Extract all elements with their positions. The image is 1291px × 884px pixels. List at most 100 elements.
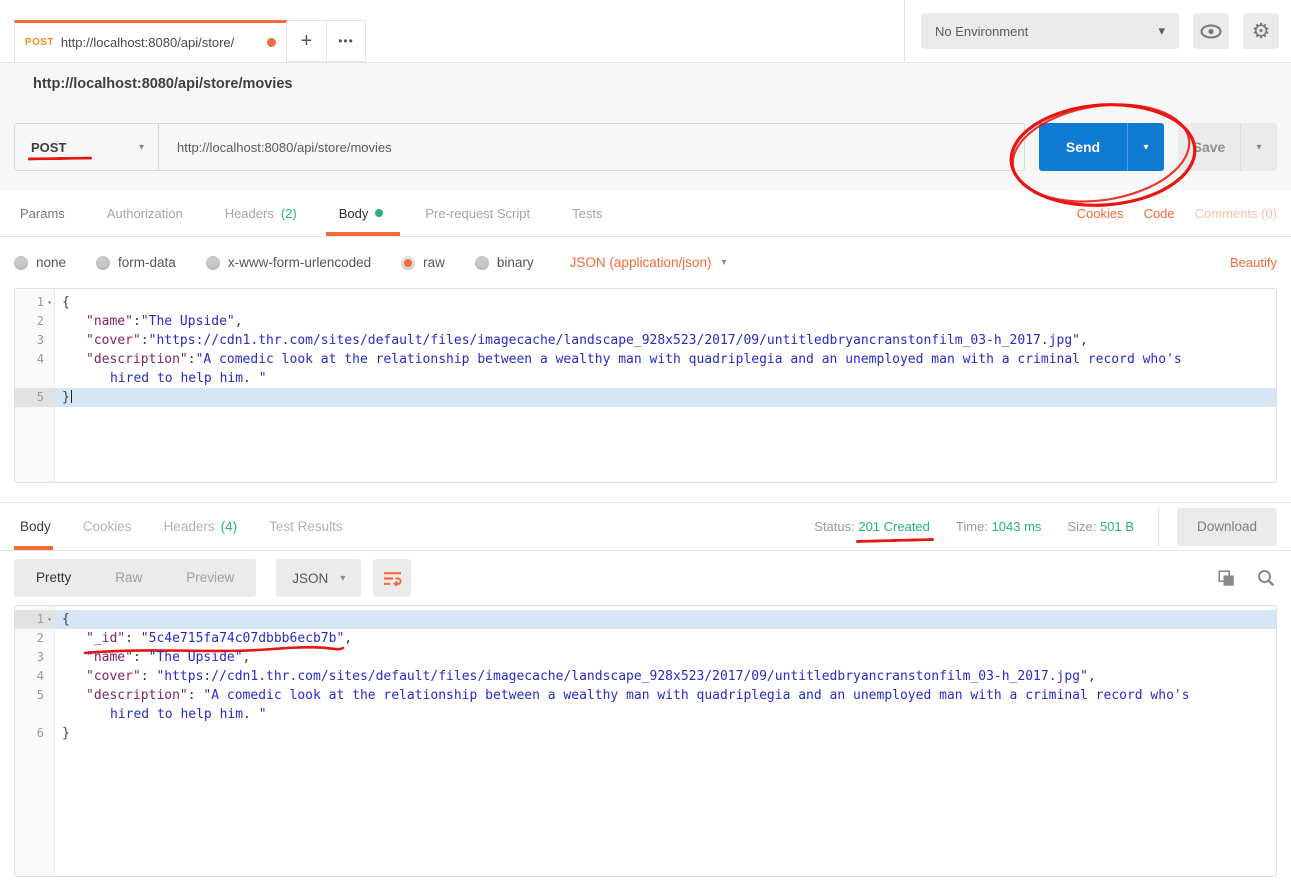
code-line: 2"_id": "5c4e715fa74c07dbbb6ecb7b", (15, 629, 1276, 648)
code-line: 4"cover": "https://cdn1.thr.com/sites/de… (15, 667, 1276, 686)
fold-caret-icon[interactable]: ▾ (44, 610, 55, 629)
environment-quicklook-button[interactable] (1193, 13, 1229, 49)
response-tab-test-results[interactable]: Test Results (253, 503, 359, 550)
gear-icon: ⚙ (1252, 21, 1271, 42)
radio-icon (96, 256, 110, 270)
response-meta-row: Body Cookies Headers(4) Test Results Sta… (0, 503, 1291, 551)
tab-authorization[interactable]: Authorization (86, 190, 204, 236)
view-pretty[interactable]: Pretty (14, 559, 93, 597)
headers-count-badge: (2) (281, 206, 297, 221)
code-line: 3"name": "The Upside", (15, 648, 1276, 667)
time-badge: Time: 1043 ms (956, 519, 1042, 534)
view-raw[interactable]: Raw (93, 559, 164, 597)
search-icon (1257, 569, 1275, 587)
tab-actions: + ••• (287, 20, 366, 62)
radio-binary[interactable]: binary (475, 255, 534, 270)
new-tab-button[interactable]: + (287, 21, 326, 61)
method-select[interactable]: POST ▾ (14, 123, 159, 171)
beautify-link[interactable]: Beautify (1230, 255, 1277, 270)
radio-raw[interactable]: raw (401, 255, 445, 270)
comments-link[interactable]: Comments (0) (1195, 206, 1277, 221)
divider (1158, 508, 1159, 546)
request-tabs: Params Authorization Headers(2) Body Pre… (0, 190, 1291, 237)
content-type-select[interactable]: JSON (application/json) ▾ (570, 255, 727, 270)
body-set-dot-icon (375, 209, 383, 217)
chevron-down-icon: ▾ (340, 573, 345, 584)
chevron-down-icon: ▾ (1256, 142, 1261, 153)
response-toolbar-icons (1218, 569, 1275, 587)
environment-label: No Environment (935, 24, 1028, 39)
time-value: 1043 ms (992, 519, 1042, 534)
chevron-down-icon: ▾ (139, 142, 144, 153)
radio-none[interactable]: none (14, 255, 66, 270)
radio-icon (206, 256, 220, 270)
send-options-button[interactable]: ▾ (1127, 123, 1164, 171)
response-view-switch: Pretty Raw Preview (14, 559, 256, 597)
request-title-row: http://localhost:8080/api/store/movies (0, 62, 1291, 104)
unsaved-dot-icon (267, 38, 276, 47)
tab-headers[interactable]: Headers(2) (204, 190, 318, 236)
size-badge: Size: 501 B (1067, 519, 1134, 534)
wrap-text-icon (383, 571, 402, 586)
code-link[interactable]: Code (1144, 206, 1175, 221)
red-underline-annotation (28, 157, 92, 161)
radio-form-data[interactable]: form-data (96, 255, 176, 270)
cookies-link[interactable]: Cookies (1077, 206, 1124, 221)
response-tab-body[interactable]: Body (14, 503, 67, 550)
code-line: 4"description":"A comedic look at the re… (15, 350, 1276, 369)
request-title: http://localhost:8080/api/store/movies (33, 76, 292, 92)
size-value: 501 B (1100, 519, 1134, 534)
tab-method-label: POST (25, 37, 54, 48)
save-button[interactable]: Save (1178, 123, 1240, 171)
tab-pre-request-script[interactable]: Pre-request Script (404, 190, 551, 236)
save-options-button[interactable]: ▾ (1240, 123, 1277, 171)
settings-button[interactable]: ⚙ (1243, 13, 1279, 49)
chevron-down-icon: ▾ (721, 257, 726, 268)
radio-selected-icon (401, 256, 415, 270)
download-button[interactable]: Download (1177, 508, 1277, 546)
request-tab[interactable]: POST http://localhost:8080/api/store/ (14, 20, 287, 62)
response-body-editor[interactable]: 1▾{2"_id": "5c4e715fa74c07dbbb6ecb7b",3"… (14, 605, 1277, 877)
copy-icon (1218, 570, 1235, 587)
tab-params[interactable]: Params (14, 190, 86, 236)
radio-icon (14, 256, 28, 270)
tab-menu-button[interactable]: ••• (326, 21, 365, 61)
send-button[interactable]: Send (1039, 123, 1127, 171)
response-section: Body Cookies Headers(4) Test Results Sta… (0, 502, 1291, 877)
search-button[interactable] (1257, 569, 1275, 587)
radio-x-www-form-urlencoded[interactable]: x-www-form-urlencoded (206, 255, 371, 270)
code-line: hired to help him. " (15, 705, 1276, 724)
code-line: 3"cover":"https://cdn1.thr.com/sites/def… (15, 331, 1276, 350)
text-cursor (71, 390, 73, 403)
status-badge: Status: 201 Created (814, 519, 930, 534)
tab-strip: POST http://localhost:8080/api/store/ + … (0, 0, 366, 62)
tab-tests[interactable]: Tests (551, 190, 623, 236)
body-mode-row: none form-data x-www-form-urlencoded raw… (0, 237, 1291, 288)
code-line: 5"description": "A comedic look at the r… (15, 686, 1276, 705)
copy-button[interactable] (1218, 570, 1235, 587)
request-builder: POST ▾ Send ▾ Save ▾ (0, 104, 1291, 190)
send-button-group: Send ▾ (1039, 123, 1164, 171)
radio-icon (475, 256, 489, 270)
code-line: 2"name":"The Upside", (15, 312, 1276, 331)
method-label: POST (31, 140, 66, 155)
response-headers-count-badge: (4) (221, 519, 238, 534)
response-tab-headers[interactable]: Headers(4) (148, 503, 254, 550)
environment-select[interactable]: No Environment ▾ (921, 13, 1179, 49)
fold-caret-icon[interactable]: ▾ (44, 293, 55, 312)
code-line: hired to help him. " (15, 369, 1276, 388)
eye-icon (1200, 24, 1222, 39)
code-line: 6} (15, 724, 1276, 743)
view-preview[interactable]: Preview (164, 559, 256, 597)
response-tab-cookies[interactable]: Cookies (67, 503, 148, 550)
save-button-group: Save ▾ (1178, 123, 1277, 171)
code-line: 1▾{ (15, 610, 1276, 629)
request-body-editor[interactable]: 1▾{2"name":"The Upside",3"cover":"https:… (14, 288, 1277, 483)
tab-body[interactable]: Body (318, 190, 405, 236)
code-line: 5} (15, 388, 1276, 407)
status-value: 201 Created (858, 519, 930, 534)
ellipsis-icon: ••• (338, 34, 354, 48)
url-input[interactable] (159, 123, 1025, 171)
wrap-text-button[interactable] (373, 559, 411, 597)
response-language-select[interactable]: JSON ▾ (276, 559, 361, 597)
